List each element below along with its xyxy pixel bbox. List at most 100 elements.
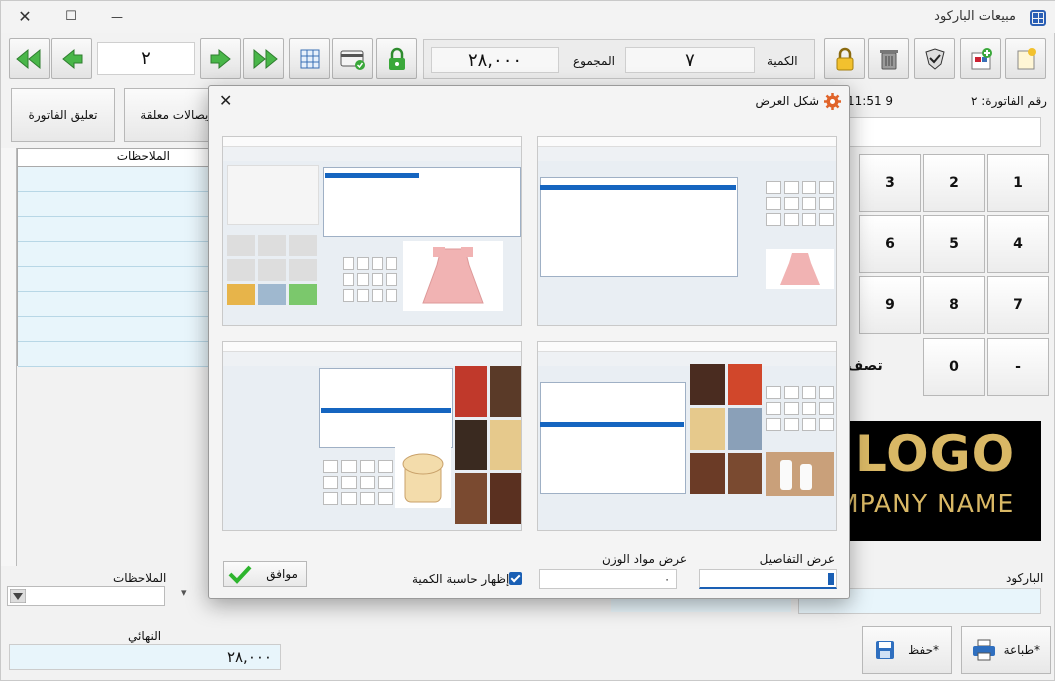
previous-page-button[interactable] [51, 38, 92, 79]
details-input[interactable] [699, 569, 837, 589]
new-invoice-button[interactable] [1005, 38, 1046, 79]
notes-dropdown[interactable] [7, 586, 165, 606]
notes-label: الملاحظات [113, 571, 167, 585]
table-row[interactable] [18, 242, 210, 267]
final-total-value: ٢٨,٠٠٠ [9, 644, 281, 670]
weight-label: عرض مواد الوزن [602, 552, 688, 566]
key-8[interactable]: 8 [923, 276, 985, 334]
page-number-field[interactable]: ٢ [97, 42, 195, 75]
dialog-close-button[interactable]: ✕ [219, 91, 232, 110]
calculator-button[interactable] [289, 38, 330, 79]
add-item-button[interactable] [960, 38, 1001, 79]
unlock-button[interactable] [376, 38, 417, 79]
app-icon [1030, 10, 1046, 26]
quantity-label: الكمية [767, 54, 798, 68]
dress-image [766, 249, 834, 289]
save-button[interactable]: حفظ* [862, 626, 952, 674]
key-0[interactable]: 0 [923, 338, 985, 396]
gear-icon [824, 93, 841, 110]
minimize-window-button[interactable]: — [97, 5, 137, 29]
close-window-button[interactable]: ✕ [5, 5, 45, 29]
checkmark-icon [228, 565, 252, 584]
notes-grid[interactable]: الملاحظات [17, 148, 211, 367]
invoice-info-field[interactable] [847, 117, 1041, 147]
approve-button[interactable] [914, 38, 955, 79]
calculator-label: إظهار حاسبة الكمية [412, 572, 510, 586]
layout-option-thumbnail[interactable] [222, 136, 522, 326]
key-2[interactable]: 2 [923, 154, 985, 212]
sales-window: ✕ ☐ — مبيعات الباركود ٢ ٢٨,٠٠٠ المجموع ٧… [0, 0, 1055, 681]
next-page-button[interactable] [200, 38, 241, 79]
key-6[interactable]: 6 [859, 215, 921, 273]
key-minus[interactable]: - [987, 338, 1049, 396]
table-row[interactable] [18, 267, 210, 292]
title-bar: ✕ ☐ — مبيعات الباركود [1, 1, 1055, 33]
bread-image [395, 446, 451, 508]
new-note-icon [1017, 47, 1036, 69]
key-5[interactable]: 5 [923, 215, 985, 273]
table-row[interactable] [18, 342, 210, 367]
grid-scroll-edge [1, 148, 17, 566]
calculator-checkbox[interactable] [509, 572, 522, 585]
ok-label: موافق [266, 567, 298, 581]
dress-image [403, 241, 503, 311]
print-label: طباعة* [1003, 643, 1040, 657]
partial-key-label[interactable]: تصف [847, 358, 883, 374]
yellow-lock-icon [836, 47, 853, 70]
company-logo: LOGO MPANY NAME [831, 421, 1041, 541]
secondary-dropdown-arrow-icon[interactable]: ▾ [181, 586, 209, 606]
key-7[interactable]: 7 [987, 276, 1049, 334]
logo-company-name: MPANY NAME [837, 489, 1015, 518]
barcode-label: الباركود [1006, 571, 1044, 585]
layout-option-thumbnail[interactable] [537, 341, 837, 531]
table-row[interactable] [18, 192, 210, 217]
display-mode-dialog: ✕ شكل العرض عرض التفاصيل عرض مواد الوزن … [208, 85, 850, 599]
milk-image [766, 452, 834, 496]
invoice-number: رقم الفاتورة: ٢ [971, 94, 1047, 108]
quantity-value: ٧ [625, 47, 755, 73]
payment-card-button[interactable] [332, 38, 373, 79]
last-page-button[interactable] [243, 38, 284, 79]
table-row[interactable] [18, 167, 210, 192]
key-3[interactable]: 3 [859, 154, 921, 212]
delete-button[interactable] [868, 38, 909, 79]
first-page-button[interactable] [9, 38, 50, 79]
layout-option-thumbnail[interactable] [537, 136, 837, 326]
table-row[interactable] [18, 292, 210, 317]
dropdown-arrow-icon [10, 589, 26, 603]
lock-button[interactable] [824, 38, 865, 79]
maximize-window-button[interactable]: ☐ [51, 5, 91, 29]
ok-button[interactable]: موافق [223, 561, 307, 587]
arrow-right-icon [210, 48, 231, 69]
key-1[interactable]: 1 [987, 154, 1049, 212]
final-total-label: النهائي [128, 629, 162, 643]
double-arrow-left-icon [15, 48, 40, 69]
layout-option-thumbnail[interactable] [222, 341, 522, 531]
floppy-disk-icon [876, 641, 894, 659]
print-button[interactable]: طباعة* [961, 626, 1051, 674]
key-9[interactable]: 9 [859, 276, 921, 334]
save-label: حفظ* [908, 643, 939, 657]
shield-check-icon [924, 47, 945, 70]
weight-input[interactable]: ٠ [539, 569, 677, 589]
details-label: عرض التفاصيل [759, 552, 835, 566]
arrow-left-icon [61, 48, 82, 69]
window-title: مبيعات الباركود [934, 9, 1016, 24]
key-4[interactable]: 4 [987, 215, 1049, 273]
notes-grid-header: الملاحظات [18, 149, 210, 167]
double-arrow-right-icon [253, 48, 278, 69]
green-lock-icon [388, 47, 405, 70]
grid-calculator-icon [300, 49, 319, 68]
table-row[interactable] [18, 217, 210, 242]
logo-word: LOGO [855, 425, 1016, 483]
invoice-time: 11:51 9 [847, 94, 894, 108]
total-label: المجموع [573, 54, 615, 68]
trash-icon [879, 49, 898, 69]
printer-icon [973, 639, 995, 661]
total-value: ٢٨,٠٠٠ [431, 47, 559, 73]
suspend-invoice-button[interactable]: تعليق الفاتورة [11, 88, 115, 142]
table-row[interactable] [18, 317, 210, 342]
add-document-icon [971, 47, 992, 69]
card-check-icon [340, 50, 365, 70]
dialog-title: شكل العرض [755, 94, 820, 108]
